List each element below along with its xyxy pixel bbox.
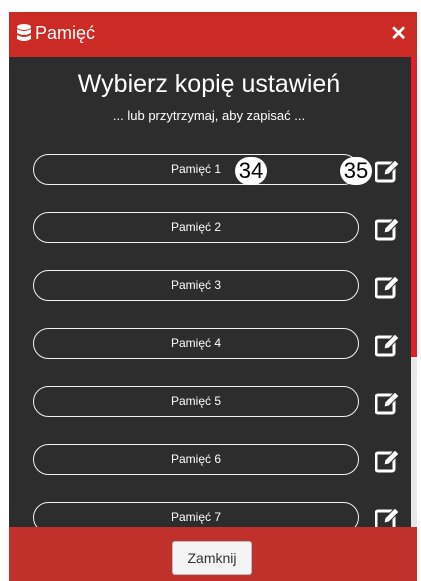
edit-icon[interactable] bbox=[375, 390, 401, 416]
edit-icon[interactable] bbox=[375, 448, 401, 474]
callout-badge-edit: 35 bbox=[340, 157, 372, 185]
dialog-title: Pamięć bbox=[35, 23, 96, 43]
memory-slot-2[interactable]: Pamięć 2 bbox=[33, 212, 359, 243]
memory-slot-4[interactable]: Pamięć 4 bbox=[33, 328, 359, 359]
memory-slot-5[interactable]: Pamięć 5 bbox=[33, 386, 359, 417]
memory-slot-6[interactable]: Pamięć 6 bbox=[33, 444, 359, 475]
page-title: Wybierz kopię ustawień bbox=[77, 70, 341, 98]
edit-icon[interactable] bbox=[375, 158, 401, 184]
page-subtitle: ... lub przytrzymaj, aby zapisać ... bbox=[112, 108, 306, 123]
close-icon[interactable]: ✕ bbox=[390, 21, 407, 46]
callout-badge-slot: 34 bbox=[235, 157, 267, 185]
memory-slot-3[interactable]: Pamięć 3 bbox=[33, 270, 359, 301]
edit-icon[interactable] bbox=[375, 332, 401, 358]
memory-slot-1[interactable]: Pamięć 1 bbox=[33, 154, 359, 185]
dialog-footer: Zamknij bbox=[9, 527, 417, 581]
edit-icon[interactable] bbox=[375, 216, 401, 242]
database-icon bbox=[17, 24, 31, 41]
scrollbar-track[interactable] bbox=[411, 57, 417, 357]
memory-dialog: Pamięć ✕ Wybierz kopię ustawień ... lub … bbox=[9, 12, 417, 581]
edit-icon[interactable] bbox=[375, 274, 401, 300]
close-button[interactable]: Zamknij bbox=[172, 541, 252, 575]
dialog-header: Pamięć ✕ bbox=[9, 12, 417, 57]
scrollbar-thumb[interactable] bbox=[411, 357, 417, 527]
